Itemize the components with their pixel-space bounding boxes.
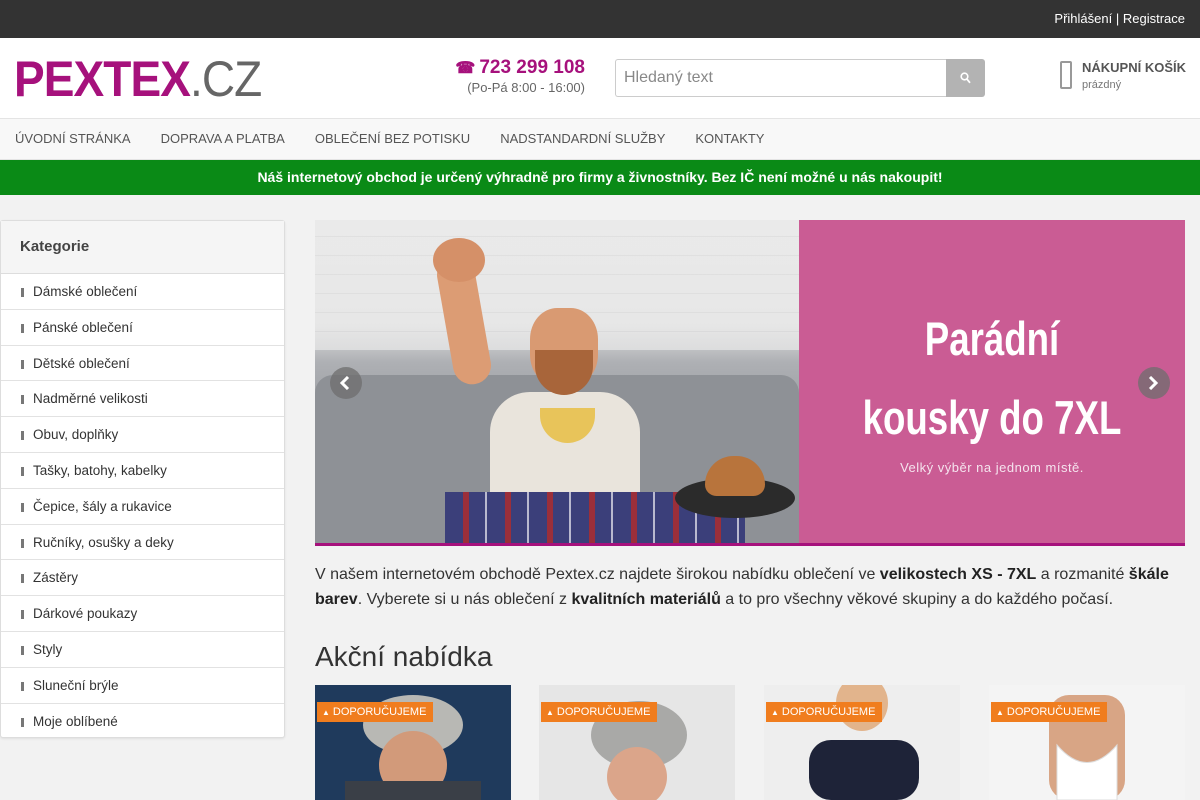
phone-hours: (Po-Pá 8:00 - 16:00) [467, 80, 585, 95]
recommended-badge: ▲ DOPORUČUJEME [317, 702, 434, 722]
logo[interactable]: PEXTEX.CZ [14, 51, 262, 107]
sidebar-item-label: Dárkové poukazy [33, 606, 138, 622]
cart-status: prázdný [1082, 79, 1122, 91]
login-link[interactable]: Přihlášení [1054, 11, 1112, 26]
sidebar-item-womens[interactable]: Dámské oblečení [1, 274, 284, 310]
sidebar-item-label: Obuv, doplňky [33, 427, 119, 443]
sidebar-item-label: Čepice, šály a rukavice [33, 498, 172, 514]
chevron-right-icon [21, 466, 24, 476]
logo-main: PEXTEX [14, 51, 191, 107]
slide-subtitle: Velký výběr na jednom místě. [900, 460, 1084, 475]
chevron-right-icon [21, 681, 24, 691]
chevron-right-icon [21, 395, 24, 405]
chevron-right-icon [21, 574, 24, 584]
chevron-right-icon [21, 538, 24, 548]
shopping-cart[interactable]: NÁKUPNÍ KOŠÍK prázdný [1058, 58, 1193, 98]
thumbs-up-icon: ▲ [771, 708, 779, 717]
nav-item-contacts[interactable]: KONTAKTY [680, 119, 779, 159]
chevron-left-icon [340, 376, 350, 390]
chevron-right-icon [21, 431, 24, 441]
search-icon [960, 72, 971, 84]
sidebar-item-sunglasses[interactable]: Sluneční brýle [1, 668, 284, 704]
search-form [615, 59, 985, 97]
phone-contact: ☎ 723 299 108 (Po-Pá 8:00 - 16:00) [440, 57, 585, 95]
phone-number-text: 723 299 108 [479, 57, 585, 78]
sidebar-item-favorites[interactable]: Moje oblíbené [1, 704, 284, 740]
nav-item-blank-clothing[interactable]: OBLEČENÍ BEZ POTISKU [300, 119, 485, 159]
chevron-right-icon [21, 717, 24, 727]
nav-item-home[interactable]: ÚVODNÍ STRÁNKA [0, 119, 146, 159]
sidebar-item-label: Dětské oblečení [33, 355, 130, 371]
slide-headline-2: kousky do 7XL [862, 391, 1122, 444]
slide-photo [315, 220, 799, 543]
chevron-right-icon [21, 359, 24, 369]
cart-icon [1060, 61, 1072, 89]
sidebar-item-vouchers[interactable]: Dárkové poukazy [1, 596, 284, 632]
sidebar-item-label: Moje oblíbené [33, 713, 118, 729]
recommended-badge: ▲ DOPORUČUJEME [541, 702, 658, 722]
category-sidebar: Kategorie Dámské oblečení Pánské oblečen… [0, 220, 285, 738]
product-card[interactable]: ▲ DOPORUČUJEME [315, 685, 511, 800]
thumbs-up-icon: ▲ [322, 708, 330, 717]
recommended-badge: ▲ DOPORUČUJEME [991, 702, 1108, 722]
slider-next-button[interactable] [1138, 367, 1170, 399]
thumbs-up-icon: ▲ [996, 708, 1004, 717]
slider-prev-button[interactable] [330, 367, 362, 399]
sidebar-item-label: Nadměrné velikosti [33, 391, 148, 407]
chevron-right-icon [21, 502, 24, 512]
sidebar-item-label: Pánské oblečení [33, 319, 133, 335]
product-card[interactable]: ▲ DOPORUČUJEME [539, 685, 735, 800]
cart-title: NÁKUPNÍ KOŠÍK [1082, 60, 1187, 75]
chevron-right-icon [21, 323, 24, 333]
sidebar-item-label: Dámské oblečení [33, 284, 138, 299]
search-button[interactable] [946, 59, 985, 97]
main-nav: ÚVODNÍ STRÁNKA DOPRAVA A PLATBA OBLEČENÍ… [0, 118, 1200, 160]
logo-suffix: .CZ [189, 51, 262, 107]
auth-separator: | [1115, 11, 1120, 26]
sidebar-item-aprons[interactable]: Zástěry [1, 560, 284, 597]
chevron-right-icon [21, 288, 24, 297]
product-card[interactable]: ▲ DOPORUČUJEME [989, 685, 1185, 800]
register-link[interactable]: Registrace [1123, 11, 1185, 26]
sidebar-item-label: Zástěry [33, 570, 79, 586]
hero-slider[interactable]: Parádní kousky do 7XL Velký výběr na jed… [315, 220, 1185, 546]
sidebar-item-styles[interactable]: Styly [1, 632, 284, 668]
sidebar-item-label: Sluneční brýle [33, 677, 119, 693]
sidebar-item-label: Styly [33, 641, 63, 657]
auth-links: Přihlášení | Registrace [1054, 11, 1185, 26]
sidebar-item-kids[interactable]: Dětské oblečení [1, 346, 284, 382]
nav-item-services[interactable]: NADSTANDARDNÍ SLUŽBY [485, 119, 680, 159]
phone-number[interactable]: ☎ 723 299 108 [440, 57, 585, 79]
offers-grid: ▲ DOPORUČUJEME ▲ DOPORUČUJEME ▲ DOPORUČUJEM… [315, 685, 1187, 800]
slide-promo: Parádní kousky do 7XL Velký výběr na jed… [799, 220, 1185, 543]
sidebar-item-label: Tašky, batohy, kabelky [33, 462, 167, 478]
sidebar-item-plus-sizes[interactable]: Nadměrné velikosti [1, 381, 284, 418]
chevron-right-icon [1148, 376, 1158, 390]
chevron-right-icon [21, 645, 24, 655]
product-card[interactable]: ▲ DOPORUČUJEME [764, 685, 960, 800]
chevron-right-icon [21, 610, 24, 620]
intro-text: V našem internetovém obchodě Pextex.cz n… [315, 566, 1169, 608]
slide-headline-1: Parádní [924, 312, 1060, 365]
sidebar-item-shoes[interactable]: Obuv, doplňky [1, 417, 284, 453]
sidebar-item-hats[interactable]: Čepice, šály a rukavice [1, 489, 284, 525]
top-bar: Přihlášení | Registrace [0, 0, 1200, 38]
sidebar-item-towels[interactable]: Ručníky, osušky a deky [1, 525, 284, 561]
sidebar-item-mens[interactable]: Pánské oblečení [1, 310, 284, 346]
sidebar-item-label: Ručníky, osušky a deky [33, 534, 174, 550]
offers-heading: Akční nabídka [315, 641, 493, 672]
business-only-notice: Náš internetový obchod je určený výhradn… [0, 160, 1200, 195]
search-input[interactable] [615, 59, 946, 97]
recommended-badge: ▲ DOPORUČUJEME [766, 702, 883, 722]
nav-item-shipping[interactable]: DOPRAVA A PLATBA [146, 119, 300, 159]
sidebar-title: Kategorie [1, 221, 284, 274]
header: PEXTEX.CZ ☎ 723 299 108 (Po-Pá 8:00 - 16:… [0, 38, 1200, 118]
phone-icon: ☎ [455, 60, 476, 77]
sidebar-item-bags[interactable]: Tašky, batohy, kabelky [1, 453, 284, 489]
thumbs-up-icon: ▲ [546, 708, 554, 717]
